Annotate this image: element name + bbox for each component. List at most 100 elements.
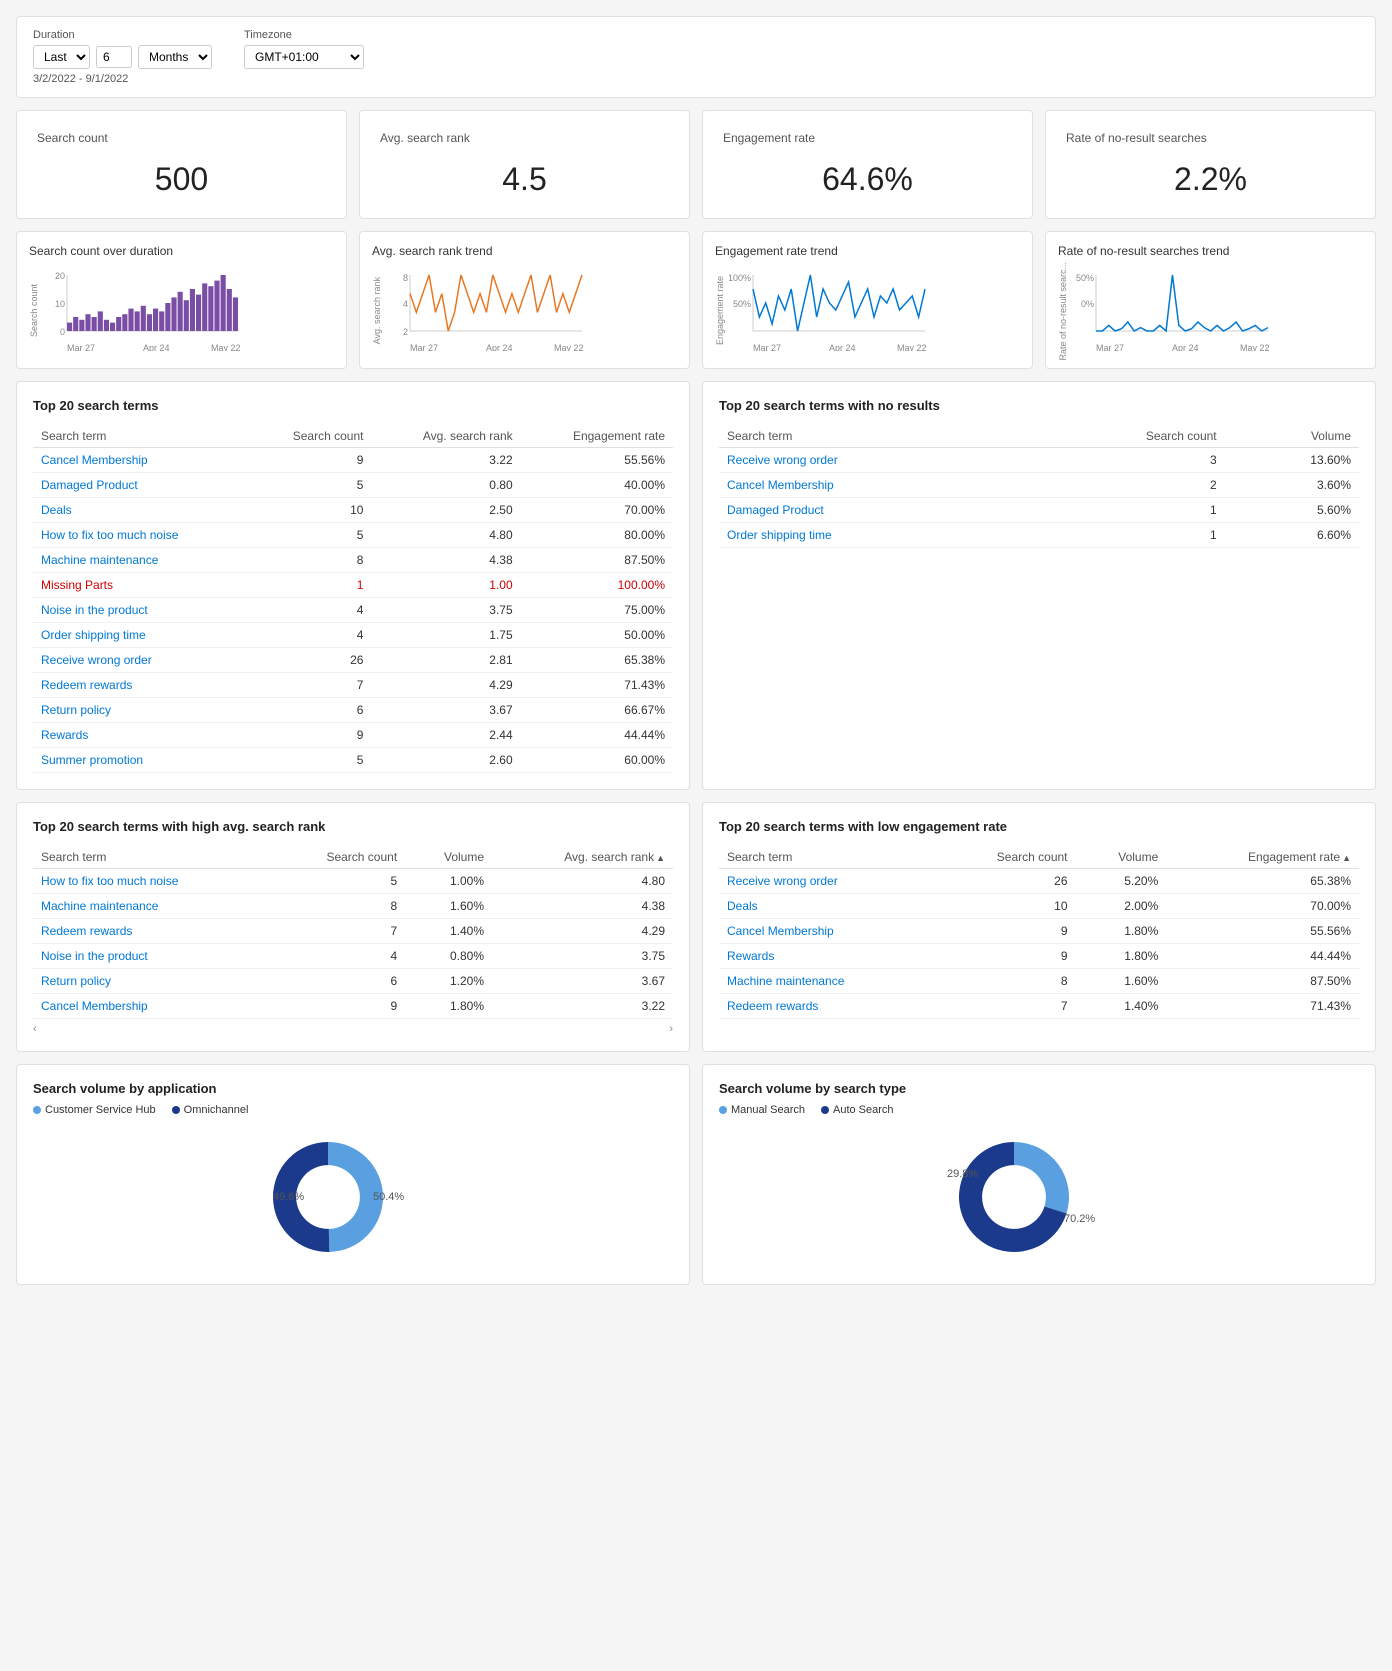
app-donut-label2: 50.4%: [373, 1191, 404, 1203]
table-header: Search term: [719, 846, 935, 869]
timezone-label: Timezone: [244, 29, 364, 41]
table-cell-term[interactable]: Receive wrong order: [719, 869, 935, 894]
table-cell-term[interactable]: Machine maintenance: [33, 548, 249, 573]
table-cell-value: 9: [935, 944, 1075, 969]
chart-title: Engagement rate trend: [715, 244, 1020, 258]
table-cell-term[interactable]: Noise in the product: [33, 944, 271, 969]
table-cell-term[interactable]: Machine maintenance: [33, 894, 271, 919]
table-cell-value: 70.00%: [521, 498, 673, 523]
table-cell-term[interactable]: Cancel Membership: [719, 919, 935, 944]
low-engagement-table: Search termSearch countVolumeEngagement …: [719, 846, 1359, 1019]
table-cell-value: 0.80: [371, 473, 520, 498]
table-cell-term[interactable]: Cancel Membership: [33, 994, 271, 1019]
table-cell-value: 1.00%: [405, 869, 492, 894]
table-cell-term[interactable]: Return policy: [33, 969, 271, 994]
duration-value-input[interactable]: [96, 46, 132, 68]
table-cell-term[interactable]: Order shipping time: [33, 623, 249, 648]
app-donut-svg: 49.6% 50.4%: [253, 1132, 453, 1262]
metrics-row: Search count 500 Avg. search rank 4.5 En…: [16, 110, 1376, 219]
table-cell-term[interactable]: Receive wrong order: [719, 448, 1019, 473]
table-row: Machine maintenance84.3887.50%: [33, 548, 673, 573]
table-cell-term[interactable]: Cancel Membership: [33, 448, 249, 473]
table-header: Search count: [1019, 425, 1224, 448]
date-range: 3/2/2022 - 9/1/2022: [33, 73, 212, 85]
metric-card: Engagement rate 64.6%: [702, 110, 1033, 219]
table-row: Redeem rewards71.40%71.43%: [719, 994, 1359, 1019]
table-cell-term[interactable]: Redeem rewards: [719, 994, 935, 1019]
table-cell-value: 5.20%: [1076, 869, 1167, 894]
trend-chart-card: Rate of no-result searches trend Rate of…: [1045, 231, 1376, 369]
tables-row-1: Top 20 search terms Search termSearch co…: [16, 381, 1376, 790]
legend-item: Omnichannel: [172, 1104, 249, 1116]
table-cell-term[interactable]: How to fix too much noise: [33, 869, 271, 894]
table-cell-value: 26: [249, 648, 371, 673]
table-cell-term[interactable]: Deals: [719, 894, 935, 919]
table-cell-term[interactable]: Redeem rewards: [33, 919, 271, 944]
table-cell-value: 2.60: [371, 748, 520, 773]
table-cell-value: 1.60%: [1076, 969, 1167, 994]
chart-y-label: Rate of no-result searc...: [1058, 262, 1068, 361]
table-cell-term[interactable]: Order shipping time: [719, 523, 1019, 548]
table-row: Damaged Product15.60%: [719, 498, 1359, 523]
type-donut-card: Search volume by search type Manual Sear…: [702, 1064, 1376, 1285]
duration-unit-select[interactable]: Months: [138, 45, 212, 69]
timezone-select[interactable]: GMT+01:00: [244, 45, 364, 69]
table-cell-value: 9: [249, 723, 371, 748]
metric-title: Search count: [37, 131, 326, 145]
metric-value: 2.2%: [1066, 161, 1355, 198]
table-cell-term[interactable]: Receive wrong order: [33, 648, 249, 673]
table-row: Order shipping time41.7550.00%: [33, 623, 673, 648]
svg-text:50%: 50%: [733, 299, 751, 309]
table-cell-value: 4: [249, 623, 371, 648]
table-cell-value: 3.67: [371, 698, 520, 723]
metric-value: 4.5: [380, 161, 669, 198]
duration-type-select[interactable]: Last: [33, 45, 90, 69]
table-cell-term[interactable]: Return policy: [33, 698, 249, 723]
table-cell-value: 3.60%: [1225, 473, 1359, 498]
table-cell-term[interactable]: Deals: [33, 498, 249, 523]
tables-row-2: Top 20 search terms with high avg. searc…: [16, 802, 1376, 1052]
table-cell-value: 7: [935, 994, 1075, 1019]
table-cell-value: 2.00%: [1076, 894, 1167, 919]
table-cell-value: 7: [271, 919, 405, 944]
table-cell-term[interactable]: Missing Parts: [33, 573, 249, 598]
legend-label: Customer Service Hub: [45, 1104, 156, 1116]
table-cell-value: 87.50%: [521, 548, 673, 573]
table-row: Receive wrong order265.20%65.38%: [719, 869, 1359, 894]
scroll-indicator[interactable]: ‹›: [33, 1023, 673, 1035]
svg-text:2: 2: [403, 327, 408, 337]
table-cell-value: 3.22: [371, 448, 520, 473]
chart-title: Avg. search rank trend: [372, 244, 677, 258]
table-cell-value: 65.38%: [521, 648, 673, 673]
app-donut-legend: Customer Service Hub Omnichannel: [33, 1104, 673, 1116]
table-cell-term[interactable]: Redeem rewards: [33, 673, 249, 698]
type-donut-title: Search volume by search type: [719, 1081, 1359, 1096]
table-cell-value: 40.00%: [521, 473, 673, 498]
table-cell-value: 1.40%: [1076, 994, 1167, 1019]
table-cell-value: 6: [249, 698, 371, 723]
table-cell-value: 2.50: [371, 498, 520, 523]
table-cell-term[interactable]: Noise in the product: [33, 598, 249, 623]
table-cell-term[interactable]: Damaged Product: [719, 498, 1019, 523]
table-cell-value: 44.44%: [1166, 944, 1359, 969]
svg-text:Apr 24: Apr 24: [143, 343, 170, 351]
table-cell-value: 100.00%: [521, 573, 673, 598]
table-cell-term[interactable]: How to fix too much noise: [33, 523, 249, 548]
table-cell-value: 8: [935, 969, 1075, 994]
table-cell-term[interactable]: Machine maintenance: [719, 969, 935, 994]
table-cell-value: 4: [271, 944, 405, 969]
table-row: Receive wrong order262.8165.38%: [33, 648, 673, 673]
table-cell-term[interactable]: Rewards: [33, 723, 249, 748]
table-cell-term[interactable]: Summer promotion: [33, 748, 249, 773]
table-cell-term[interactable]: Rewards: [719, 944, 935, 969]
table-cell-value: 8: [249, 548, 371, 573]
table-cell-value: 0.80%: [405, 944, 492, 969]
chart-title: Rate of no-result searches trend: [1058, 244, 1363, 258]
table-cell-term[interactable]: Damaged Product: [33, 473, 249, 498]
chart-y-label: Engagement rate: [715, 276, 725, 345]
table-row: Order shipping time16.60%: [719, 523, 1359, 548]
table-cell-term[interactable]: Cancel Membership: [719, 473, 1019, 498]
chart-y-label: Search count: [29, 284, 39, 337]
table-header: Search term: [33, 846, 271, 869]
high-rank-table: Search termSearch countVolumeAvg. search…: [33, 846, 673, 1019]
